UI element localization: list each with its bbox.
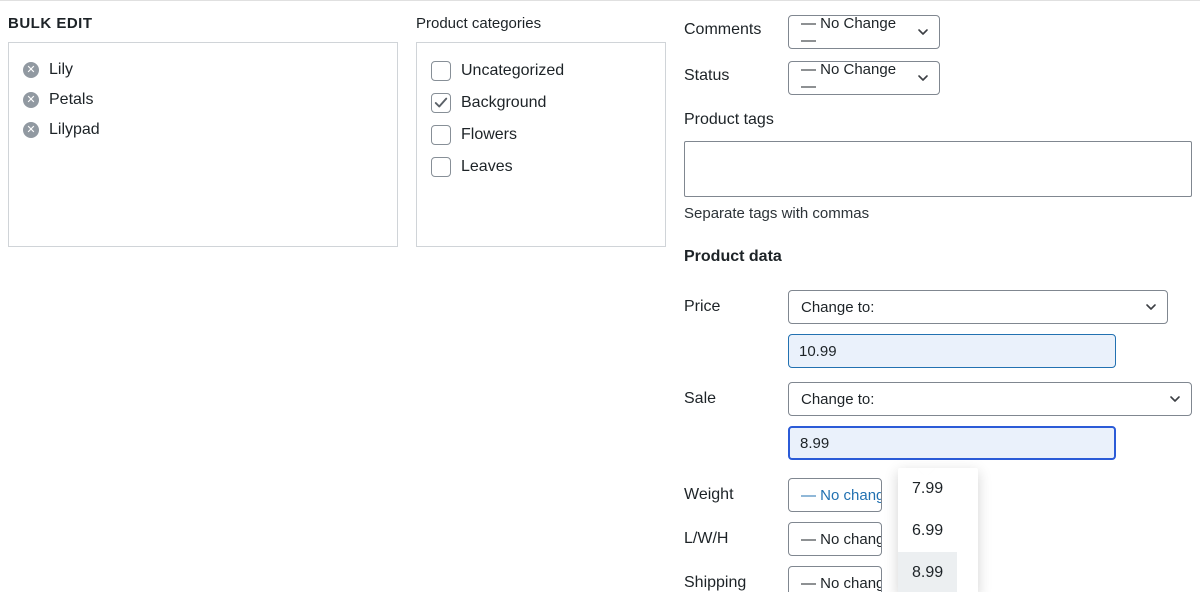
price-action-value: Change to:: [801, 299, 874, 316]
categories-title: Product categories: [416, 15, 666, 32]
checkbox-leaves[interactable]: [431, 157, 451, 177]
remove-icon[interactable]: ✕: [23, 92, 39, 108]
chevron-down-icon: [917, 26, 929, 38]
price-input[interactable]: [788, 334, 1116, 368]
product-data-heading: Product data: [684, 248, 1192, 266]
bulk-edit-item: ✕ Lily: [23, 55, 383, 85]
chevron-down-icon: [1145, 301, 1157, 313]
autocomplete-option-selected[interactable]: 8.99: [898, 552, 957, 592]
comments-select-value: — No Change —: [801, 15, 907, 49]
weight-select[interactable]: — No chang: [788, 478, 882, 512]
sale-action-select[interactable]: Change to:: [788, 382, 1192, 416]
comments-select[interactable]: — No Change —: [788, 15, 940, 49]
shipping-label: Shipping: [684, 574, 774, 592]
autocomplete-dropdown: 7.99 6.99 8.99: [898, 468, 978, 592]
product-tags-input[interactable]: [684, 141, 1192, 197]
sale-action-value: Change to:: [801, 391, 874, 408]
lwh-select-value: — No chang: [801, 531, 882, 548]
price-action-select[interactable]: Change to:: [788, 290, 1168, 324]
checkbox-flowers[interactable]: [431, 125, 451, 145]
comments-label: Comments: [684, 15, 774, 39]
checkbox-background[interactable]: [431, 93, 451, 113]
shipping-select-value: — No chang: [801, 575, 882, 592]
category-row: Uncategorized: [431, 55, 651, 87]
bulk-edit-panel: ✕ Lily ✕ Petals ✕ Lilypad: [8, 42, 398, 247]
shipping-select[interactable]: — No chang: [788, 566, 882, 592]
bulk-edit-item-label: Lily: [49, 61, 73, 79]
bulk-edit-item: ✕ Petals: [23, 85, 383, 115]
autocomplete-option[interactable]: 7.99: [898, 468, 978, 510]
status-label: Status: [684, 61, 774, 85]
bulk-edit-item: ✕ Lilypad: [23, 115, 383, 145]
price-label: Price: [684, 298, 774, 316]
categories-panel: Uncategorized Background Flowers Leaves: [416, 42, 666, 247]
sale-input[interactable]: [788, 426, 1116, 460]
chevron-down-icon: [1169, 393, 1181, 405]
sale-label: Sale: [684, 390, 774, 408]
autocomplete-option[interactable]: 6.99: [898, 510, 978, 552]
bulk-edit-title: BULK EDIT: [8, 15, 398, 32]
category-row: Flowers: [431, 119, 651, 151]
status-select-value: — No Change —: [801, 61, 907, 95]
category-label: Leaves: [461, 158, 513, 176]
category-label: Background: [461, 94, 546, 112]
category-label: Flowers: [461, 126, 517, 144]
bulk-edit-item-label: Petals: [49, 91, 93, 109]
weight-select-value: — No chang: [801, 487, 882, 504]
lwh-label: L/W/H: [684, 530, 774, 548]
checkbox-uncategorized[interactable]: [431, 61, 451, 81]
status-select[interactable]: — No Change —: [788, 61, 940, 95]
product-tags-helper: Separate tags with commas: [684, 205, 1192, 222]
weight-label: Weight: [684, 486, 774, 504]
category-row: Leaves: [431, 151, 651, 183]
remove-icon[interactable]: ✕: [23, 122, 39, 138]
bulk-edit-item-label: Lilypad: [49, 121, 100, 139]
remove-icon[interactable]: ✕: [23, 62, 39, 78]
chevron-down-icon: [917, 72, 929, 84]
category-label: Uncategorized: [461, 62, 564, 80]
product-tags-label: Product tags: [684, 111, 1192, 129]
category-row: Background: [431, 87, 651, 119]
lwh-select[interactable]: — No chang: [788, 522, 882, 556]
